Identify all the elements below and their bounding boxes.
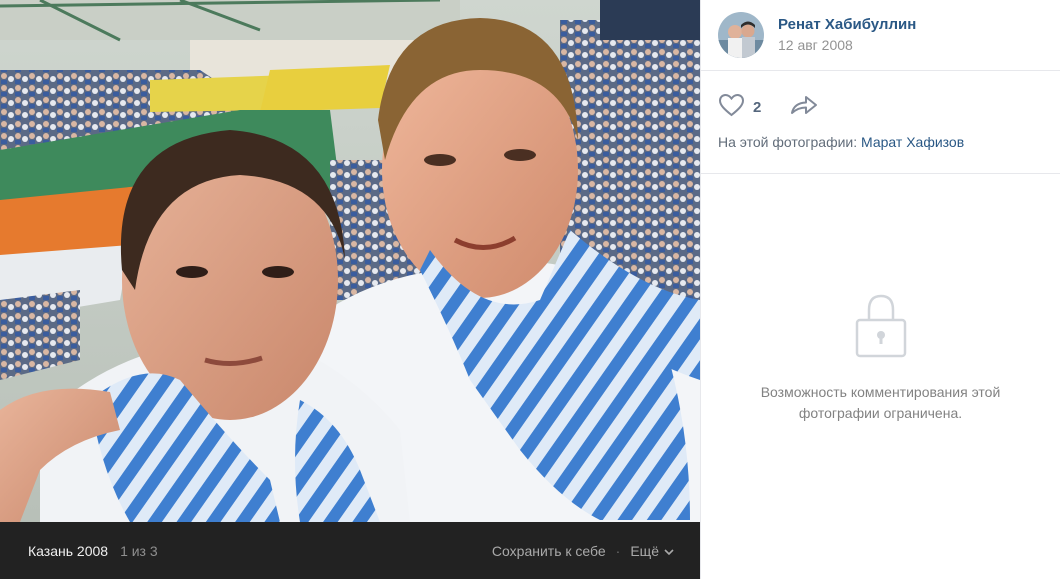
like-button[interactable]: 2 xyxy=(718,93,761,122)
photo-side-panel: Ренат Хабибуллин 12 авг 2008 2 На этой ф… xyxy=(700,0,1060,579)
author-block: Ренат Хабибуллин 12 авг 2008 xyxy=(701,0,1060,71)
tags-label: На этой фотографии: xyxy=(718,134,858,150)
more-menu-button[interactable]: Ещё xyxy=(630,543,674,559)
photo-bottom-bar: Казань 2008 1 из 3 Сохранить к себе · Ещ… xyxy=(0,522,700,579)
author-name-link[interactable]: Ренат Хабибуллин xyxy=(778,15,916,34)
separator-dot: · xyxy=(615,542,621,559)
more-label: Ещё xyxy=(630,542,659,559)
heart-icon xyxy=(718,93,745,122)
album-title[interactable]: Казань 2008 xyxy=(28,543,108,559)
author-avatar[interactable] xyxy=(718,12,764,58)
photo-date[interactable]: 12 авг 2008 xyxy=(778,36,916,55)
photo-actions: 2 На этой фотографии: Марат Хафизов xyxy=(701,71,1060,174)
share-button[interactable] xyxy=(789,94,819,121)
author-info: Ренат Хабибуллин 12 авг 2008 xyxy=(778,15,916,55)
photo-viewer: Казань 2008 1 из 3 Сохранить к себе · Ещ… xyxy=(0,0,1060,579)
tagged-person-link[interactable]: Марат Хафизов xyxy=(861,134,964,150)
photo-pane: Казань 2008 1 из 3 Сохранить к себе · Ещ… xyxy=(0,0,700,579)
action-row: 2 xyxy=(718,92,1042,122)
comments-locked-text: Возможность комментирования этой фотогра… xyxy=(701,382,1060,424)
comments-locked-notice: Возможность комментирования этой фотогра… xyxy=(701,290,1060,424)
tags-line: На этой фотографии: Марат Хафизов xyxy=(718,134,1042,150)
share-arrow-icon xyxy=(789,94,819,121)
photo-image[interactable] xyxy=(0,0,700,522)
locked-line-1: Возможность комментирования этой xyxy=(760,384,1001,400)
save-to-my-photos-link[interactable]: Сохранить к себе xyxy=(492,543,606,559)
locked-line-2: фотографии ограничена. xyxy=(798,405,963,421)
photo-counter: 1 из 3 xyxy=(120,542,158,559)
like-count: 2 xyxy=(753,98,762,116)
chevron-down-icon xyxy=(664,543,674,559)
lock-icon xyxy=(701,290,1060,360)
